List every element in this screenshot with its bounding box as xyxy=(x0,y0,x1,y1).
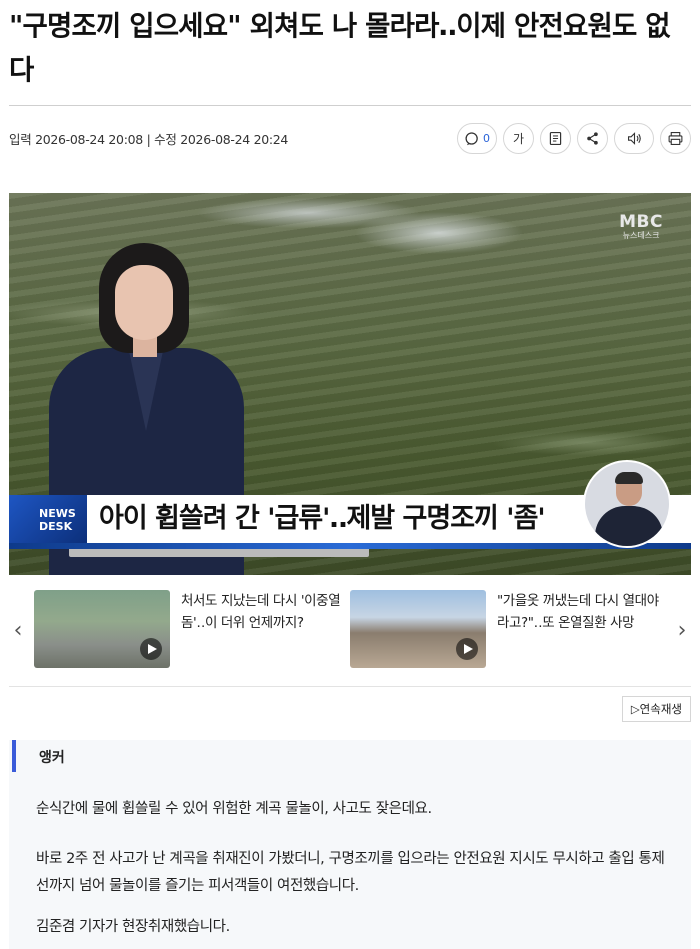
play-icon xyxy=(456,638,478,660)
play-icon xyxy=(140,638,162,660)
body-paragraph: 바로 2주 전 사고가 난 계곡을 취재진이 가봤더니, 구명조끼를 입으라는 … xyxy=(36,851,665,894)
section-marker xyxy=(12,740,16,772)
related-videos: ‹ 처서도 지났는데 다시 '이중열돔'‥이 더위 언제까지? "가을옷 꺼냈는… xyxy=(0,590,700,672)
speaker-icon xyxy=(627,132,641,145)
share-icon xyxy=(587,132,598,145)
font-size-button[interactable]: 가 xyxy=(503,123,534,154)
comment-count: 0 xyxy=(483,132,490,145)
video-player[interactable]: MBC 뉴스데스크 NEWS DESK 아이 휩쓸려 간 '급류'‥제발 구명조… xyxy=(9,193,691,575)
font-size-label: 가 xyxy=(512,132,525,146)
article-toolbar: 0 가 xyxy=(457,123,691,154)
body-paragraph: 김준겸 기자가 현장취재했습니다. xyxy=(36,919,230,935)
newsdesk-tag: NEWS DESK xyxy=(9,495,87,543)
print-button[interactable] xyxy=(660,123,691,154)
article-headline: "구명조끼 입으세요" 외쳐도 나 몰라라‥이제 안전요원도 없다 xyxy=(9,10,671,86)
broadcaster-logo: MBC 뉴스데스크 xyxy=(619,214,663,243)
related-item[interactable]: 처서도 지났는데 다시 '이중열돔'‥이 더위 언제까지? xyxy=(34,590,349,668)
sign-language-interpreter xyxy=(583,460,671,548)
print-icon xyxy=(668,131,683,146)
article-meta: 입력 2026-08-24 20:08 | 수정 2026-08-24 20:2… xyxy=(9,132,289,147)
news-caption: 아이 휩쓸려 간 '급류'‥제발 구명조끼 '좀' xyxy=(99,503,546,534)
related-title[interactable]: 처서도 지났는데 다시 '이중열돔'‥이 더위 언제까지? xyxy=(181,590,349,668)
autoplay-button[interactable]: ▷연속재생 xyxy=(621,696,691,722)
related-thumbnail[interactable] xyxy=(34,590,170,668)
listen-button[interactable] xyxy=(614,123,654,154)
related-thumbnail[interactable] xyxy=(350,590,486,668)
section-label: 앵커 xyxy=(39,750,65,766)
comment-button[interactable]: 0 xyxy=(457,123,497,154)
article-body: 앵커 순식간에 물에 휩쓸릴 수 있어 위험한 계곡 물놀이, 사고도 잦은데요… xyxy=(9,740,691,949)
related-title[interactable]: "가을옷 꺼냈는데 다시 열대야라고?"‥또 온열질환 사망 xyxy=(497,590,665,668)
prev-arrow-icon[interactable]: ‹ xyxy=(8,618,28,643)
share-button[interactable] xyxy=(577,123,608,154)
bookmark-icon xyxy=(549,131,562,146)
divider xyxy=(9,686,691,687)
logo-subtext: 뉴스데스크 xyxy=(622,231,660,240)
divider xyxy=(9,105,691,106)
related-item[interactable]: "가을옷 꺼냈는데 다시 열대야라고?"‥또 온열질환 사망 xyxy=(350,590,665,668)
bookmark-button[interactable] xyxy=(540,123,571,154)
comment-icon xyxy=(465,132,478,146)
next-arrow-icon[interactable]: › xyxy=(672,618,692,643)
body-paragraph: 순식간에 물에 휩쓸릴 수 있어 위험한 계곡 물놀이, 사고도 잦은데요. xyxy=(36,801,432,817)
